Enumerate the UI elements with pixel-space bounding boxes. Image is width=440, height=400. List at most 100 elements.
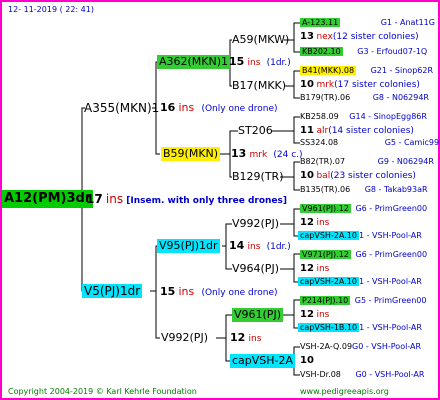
l2a-ins-count: 15 (229, 55, 245, 68)
queen-b129[interactable]: B129(TR) (232, 170, 284, 184)
l4-row: B135(TR).06 G8 - Takab93aR (300, 183, 428, 197)
l2c-note: (1dr.) (266, 242, 291, 252)
l4-code: G6 - PrimGreen00 (355, 204, 428, 213)
l4-queen[interactable]: B179(TR).06 (300, 93, 350, 102)
l1b-note: (Only one drone) (201, 288, 278, 298)
l4-row: B179(TR).06 G8 - N06294R (300, 91, 429, 105)
root-ins-label: ins (105, 192, 124, 206)
l1a-ins-count: 16 (160, 101, 176, 114)
l4-note: (12 sister colonies) (332, 32, 419, 42)
l4-queen[interactable]: B82(TR).07 (300, 157, 345, 166)
root-queen[interactable]: A12(PM)3dr (2, 190, 94, 208)
l4-queen[interactable]: SS324.08 (300, 138, 338, 147)
l4-label: ins (316, 218, 330, 228)
queen-st206[interactable]: ST206 (238, 124, 273, 138)
l4-count: 10 (300, 355, 314, 366)
l4-count: 12 (300, 309, 314, 320)
l4-label: alr (316, 126, 329, 136)
l4-row: P214(PJ).10 G5 - PrimGreen00 (300, 294, 426, 308)
l4-row: 12 ins (300, 216, 329, 230)
l4-note: (17 sister colonies) (334, 80, 420, 90)
l4-code: G5 - PrimGreen00 (354, 296, 427, 305)
queen-a362[interactable]: A362(MKN)1 (157, 55, 231, 69)
l4-code: G0 - VSH-Pool-AR (352, 342, 422, 351)
l2a-note: (1dr.) (266, 58, 291, 68)
l4-row: 12 ins (300, 308, 329, 322)
l4-queen[interactable]: VSH-2A-Q.09 (300, 342, 352, 351)
l4-row: capVSH-2A.10 1 - VSH-Pool-AR (298, 229, 422, 243)
l4-code: G3 - Erfoud07-1Q (357, 47, 428, 56)
l4-queen[interactable]: KB258.09 (300, 112, 339, 121)
l2c-ins-label: ins (247, 242, 261, 252)
queen-b17[interactable]: B17(MKK) (232, 79, 286, 93)
l4-row: 10 mrk(17 sister colonies) (300, 78, 420, 92)
queen-v992-l2[interactable]: V992(PJ) (161, 331, 208, 345)
l4-queen[interactable]: capVSH-2A.10 (298, 231, 359, 240)
l4-queen[interactable]: KB202.10 (300, 47, 343, 56)
copyright: Copyright 2004-2019 © Karl Kehrle Founda… (8, 387, 197, 396)
root-ins-count: 17 (86, 192, 103, 206)
l1b-ins-group: 15 ins (Only one drone) (160, 285, 278, 300)
l4-row: 12 ins (300, 262, 329, 276)
l4-queen[interactable]: VSH-Dr.08 (300, 370, 341, 379)
root-ins-group: 17 ins [Insem. with only three drones] (86, 192, 287, 208)
l2d-ins-label: ins (248, 334, 262, 344)
l4-queen[interactable]: P214(PJ).10 (300, 296, 351, 305)
queen-a355[interactable]: A355(MKN)1 (84, 101, 159, 115)
l2d-ins-count: 12 (230, 331, 246, 344)
l4-label: ins (316, 310, 330, 320)
queen-v964[interactable]: V964(PJ) (232, 262, 279, 276)
l4-row: capVSH-1B.10 1 - VSH-Pool-AR (298, 321, 422, 335)
root-note: [Insem. with only three drones] (126, 196, 287, 206)
l4-row: V971(PJ).12 G6 - PrimGreen00 (300, 248, 427, 262)
l4-code: G9 - N06294R (377, 157, 434, 166)
l4-label: ins (316, 264, 330, 274)
l4-label: bal (316, 171, 331, 181)
l4-queen[interactable]: capVSH-2A.10 (298, 277, 359, 286)
queen-v95[interactable]: V95(PJ)1dr (157, 239, 220, 253)
l4-row: KB258.09 G14 - SinopEgg86R (300, 110, 427, 124)
l2a-ins-group: 15 ins (1dr.) (229, 55, 291, 70)
l4-row: VSH-2A-Q.09G0 - VSH-Pool-AR (300, 340, 421, 354)
site-link[interactable]: www.pedigreeapis.org (300, 385, 389, 399)
l4-queen[interactable]: V961(PJ).12 (300, 204, 351, 213)
l4-code: G1 - Anat11G (380, 18, 435, 27)
l2b-note: (24 c.) (273, 150, 303, 160)
l4-note: (14 sister colonies) (328, 126, 414, 136)
queen-v5[interactable]: V5(PJ)1dr (82, 284, 143, 298)
l4-row: SS324.08 G5 - Camic99R (300, 136, 440, 150)
l4-count: 10 (300, 170, 314, 181)
l4-code: G8 - N06294R (372, 93, 429, 102)
l4-code: G21 - Sinop62R (370, 66, 434, 75)
l4-row: B82(TR).07 G9 - N06294R (300, 155, 434, 169)
l4-queen[interactable]: capVSH-1B.10 (298, 323, 360, 332)
queen-v992-l3[interactable]: V992(PJ) (232, 217, 279, 231)
l4-count: 12 (300, 217, 314, 228)
l1b-ins-count: 15 (160, 285, 176, 298)
queen-capvsh-2a[interactable]: capVSH-2A (230, 354, 296, 368)
queen-b59[interactable]: B59(MKN) (161, 147, 221, 161)
l2c-ins-group: 14 ins (1dr.) (229, 239, 291, 254)
l2b-ins-label: mrk (249, 150, 268, 160)
l4-code: G6 - PrimGreen00 (355, 250, 428, 259)
l1b-ins-label: ins (178, 285, 195, 298)
l2c-ins-count: 14 (229, 239, 245, 252)
l2a-ins-label: ins (247, 58, 261, 68)
l2b-ins-group: 13 mrk (24 c.) (231, 147, 303, 162)
l4-queen[interactable]: B41(MKK).08 (300, 66, 357, 75)
l4-queen[interactable]: A-123.11 (300, 18, 341, 27)
queen-v961[interactable]: V961(PJ) (232, 308, 283, 322)
l1a-ins-group: 16 ins (Only one drone) (160, 101, 278, 116)
l4-row: 13 nex(12 sister colonies) (300, 30, 419, 44)
l4-row: 10 bal(23 sister colonies) (300, 169, 416, 183)
l4-row: B41(MKK).08 G21 - Sinop62R (300, 64, 433, 78)
l4-queen[interactable]: V971(PJ).12 (300, 250, 351, 259)
l4-row: 10 (300, 354, 314, 368)
l4-queen[interactable]: B135(TR).06 (300, 185, 350, 194)
l4-code: 1 - VSH-Pool-AR (358, 277, 422, 286)
l4-row: V961(PJ).12 G6 - PrimGreen00 (300, 202, 427, 216)
queen-a59[interactable]: A59(MKW) (232, 33, 289, 47)
l4-row: VSH-Dr.08 G0 - VSH-Pool-AR (300, 368, 424, 382)
l4-row: KB202.10 G3 - Erfoud07-1Q (300, 45, 427, 59)
l1a-ins-label: ins (178, 101, 195, 114)
